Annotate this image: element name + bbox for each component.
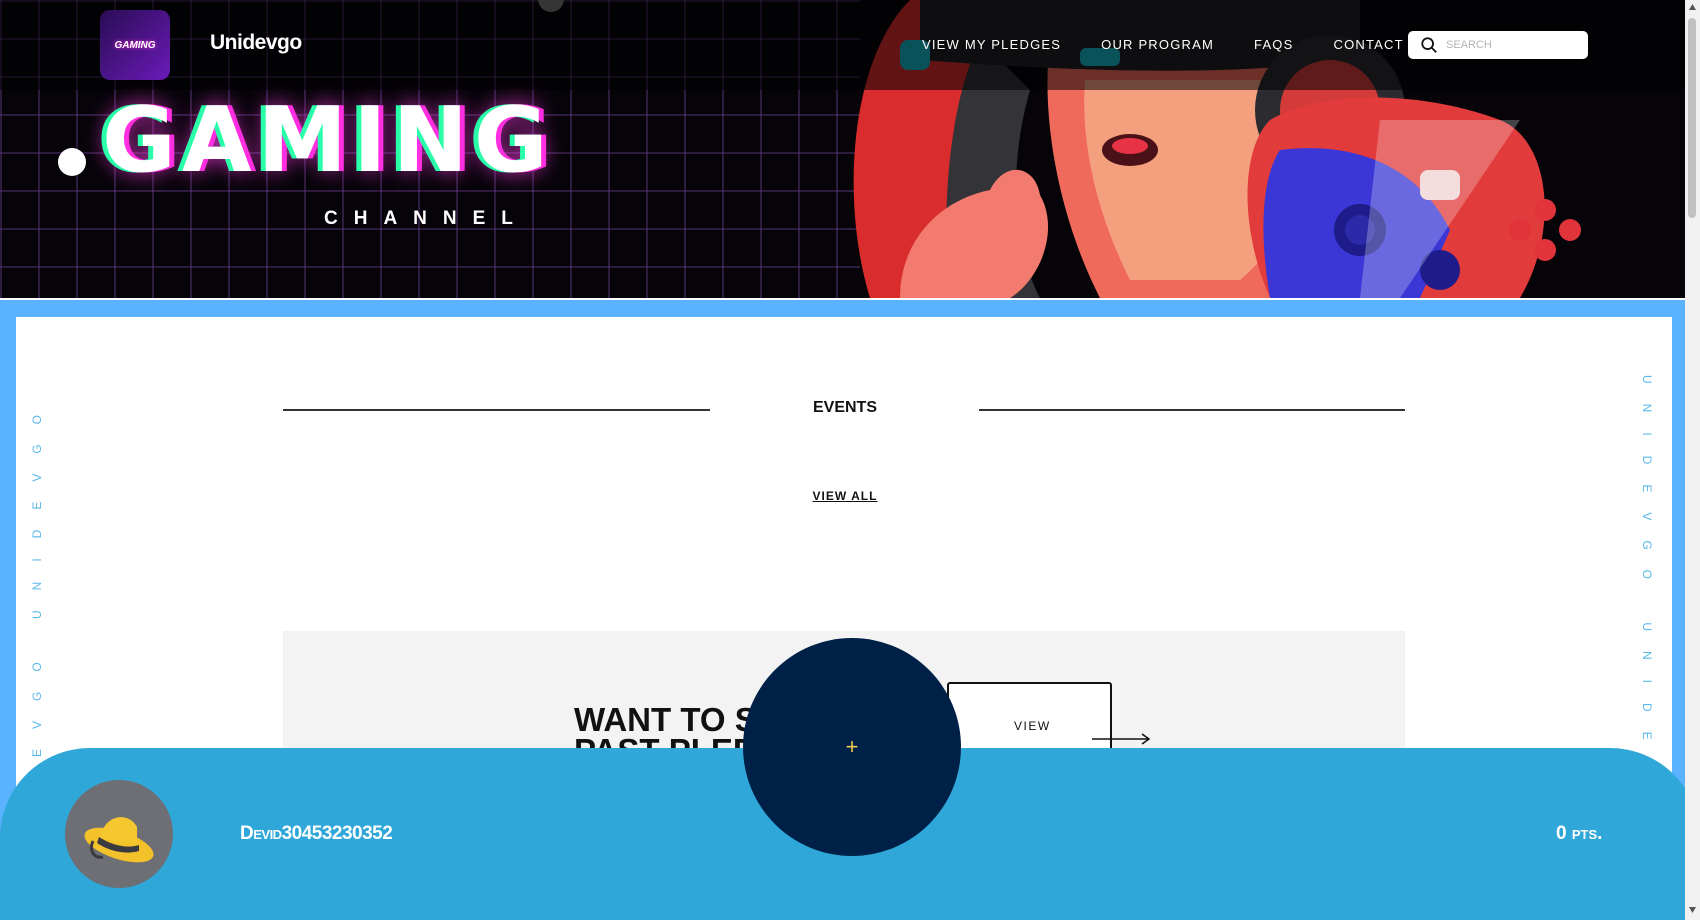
top-navigation: GAMING Unidevgo VIEW MY PLEDGES OUR PROG… — [0, 0, 1685, 90]
page-scrollbar[interactable] — [1685, 0, 1700, 920]
site-logo[interactable]: GAMING — [100, 10, 170, 80]
search-icon[interactable] — [1420, 36, 1438, 54]
nav-link-our-program[interactable]: OUR PROGRAM — [1101, 37, 1214, 52]
scroll-up-arrow-icon[interactable] — [1688, 3, 1697, 12]
view-all-link[interactable]: VIEW ALL — [760, 489, 930, 503]
events-title: EVENTS — [812, 399, 877, 416]
scroll-down-arrow-icon[interactable] — [1688, 905, 1697, 914]
events-divider-left — [283, 409, 710, 411]
hat-icon — [84, 817, 154, 863]
logo-text: GAMING — [114, 39, 156, 51]
search-input[interactable] — [1444, 38, 1578, 52]
events-divider-right — [979, 409, 1405, 411]
nav-link-view-my-pledges[interactable]: VIEW MY PLEDGES — [922, 37, 1061, 52]
brand-name[interactable]: Unidevgo — [210, 31, 302, 55]
side-text-right: UNIDEVGO UNIDE — [1640, 375, 1654, 760]
hero-subtitle: CHANNEL — [324, 208, 529, 229]
nav-link-contact[interactable]: CONTACT — [1334, 37, 1404, 52]
search-box[interactable] — [1408, 31, 1588, 59]
scroll-thumb[interactable] — [1688, 18, 1696, 218]
arrow-right-icon — [1092, 733, 1151, 745]
view-button-label: VIEW — [1014, 719, 1051, 733]
hero-banner: GAMING Unidevgo VIEW MY PLEDGES OUR PROG… — [0, 0, 1685, 298]
avatar[interactable] — [65, 780, 173, 888]
nav-links: VIEW MY PLEDGES OUR PROGRAM FAQS CONTACT — [922, 37, 1404, 52]
username: Devid30453230352 — [240, 823, 393, 844]
hero-title: GAMING — [102, 88, 554, 193]
points-display: 0 pts. — [1556, 823, 1603, 844]
add-button[interactable]: + — [743, 638, 961, 856]
nav-link-faqs[interactable]: FAQS — [1254, 37, 1293, 52]
hero-decor-dot-white — [58, 148, 86, 176]
plus-icon: + — [845, 734, 859, 759]
